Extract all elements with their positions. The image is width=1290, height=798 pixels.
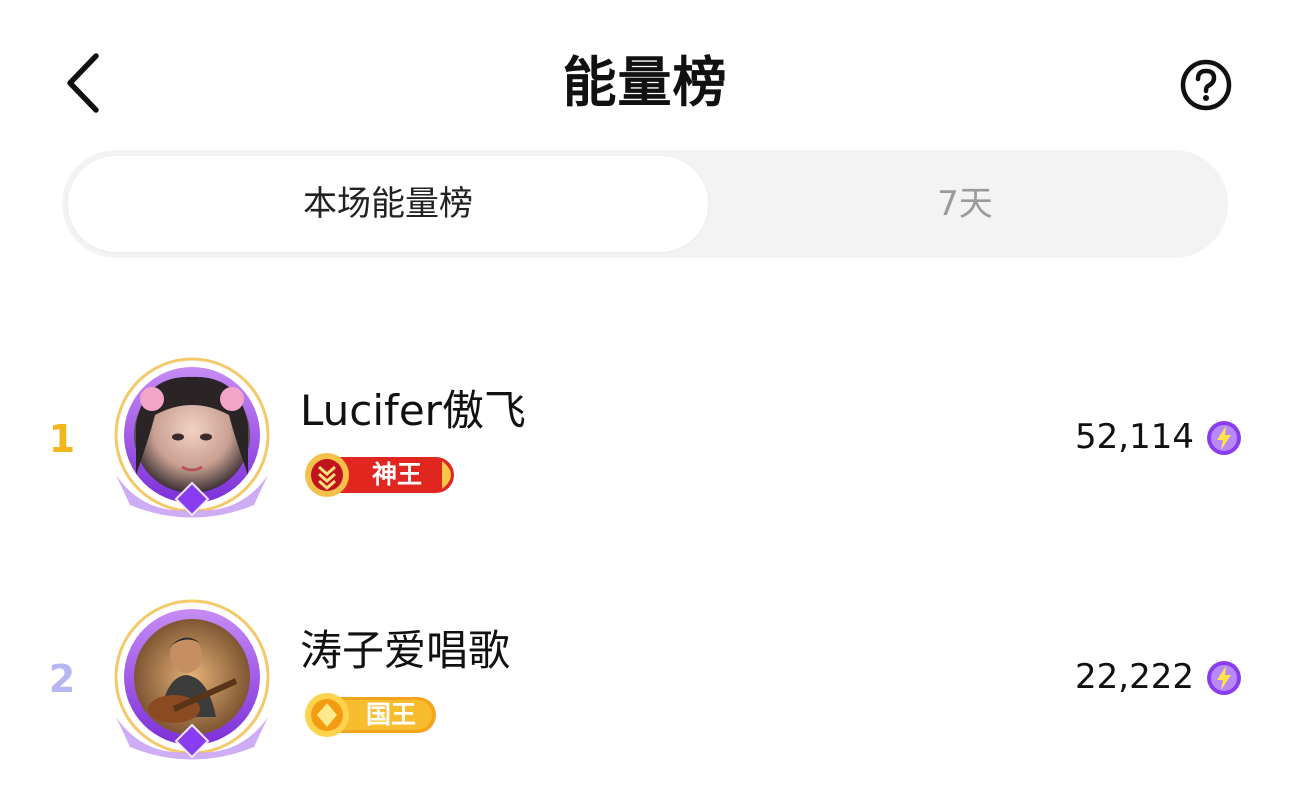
help-button[interactable]: [1178, 57, 1234, 113]
avatar[interactable]: [104, 597, 280, 767]
ranking-row[interactable]: 1 Lucifer傲飞 神王 52,114: [0, 355, 1290, 525]
page-title: 能量榜: [562, 51, 728, 114]
lightning-icon: [1207, 661, 1241, 695]
energy-score: 52,114: [1075, 417, 1194, 457]
rank-number: 1: [48, 417, 76, 461]
ranking-tabs: 本场能量榜 7天: [62, 150, 1228, 258]
status-badge: 国王: [302, 693, 442, 737]
king-badge-icon: [305, 693, 349, 737]
rank-number: 2: [48, 657, 76, 701]
status-badge: 神王: [302, 453, 462, 497]
tab-current-session[interactable]: 本场能量榜: [68, 156, 708, 252]
badge-label: 国王: [366, 700, 417, 729]
lightning-icon: [1207, 421, 1241, 455]
user-name[interactable]: 涛子爱唱歌: [300, 617, 510, 678]
tab-7-days[interactable]: 7天: [708, 156, 1222, 252]
avatar[interactable]: [104, 355, 280, 525]
question-circle-icon: [1180, 59, 1232, 111]
energy-score: 22,222: [1075, 657, 1194, 697]
header-bar: 能量榜: [0, 0, 1290, 150]
god-king-badge-icon: [305, 453, 349, 497]
badge-label: 神王: [372, 460, 423, 489]
ranking-row[interactable]: 2 涛子爱唱歌 国王 22,222: [0, 597, 1290, 767]
user-name[interactable]: Lucifer傲飞: [300, 377, 526, 438]
